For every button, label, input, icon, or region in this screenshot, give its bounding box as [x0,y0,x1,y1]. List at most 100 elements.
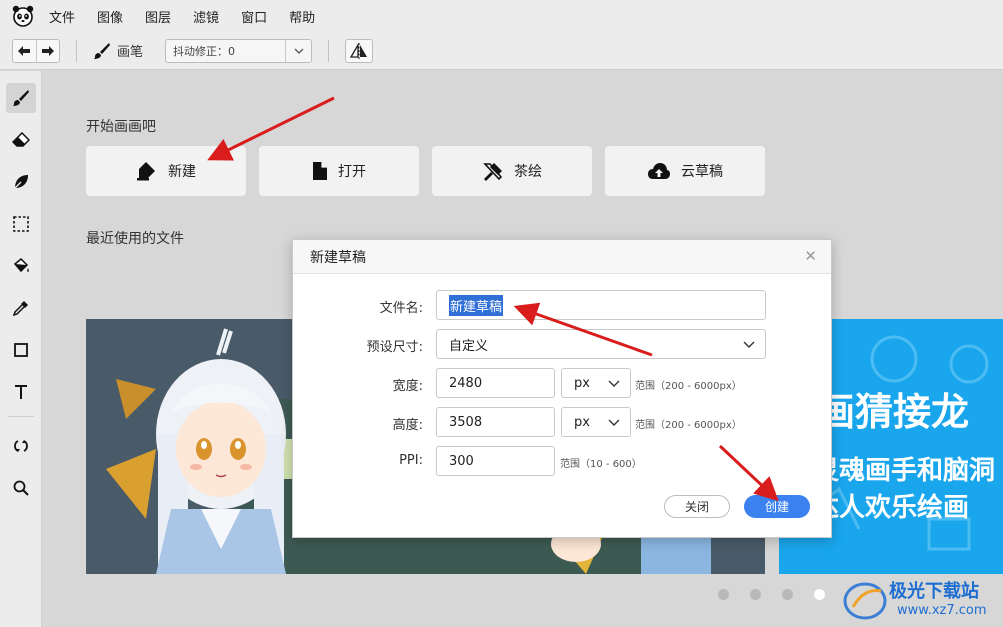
height-unit-value: px [574,414,590,430]
paint-tools-icon [483,163,503,181]
watermark-url: www.xz7.com [897,603,987,618]
tool-brush[interactable] [6,83,36,113]
carousel-dot[interactable] [750,589,761,600]
recent-section-title: 最近使用的文件 [86,231,184,247]
brush-label: 画笔 [117,45,144,60]
start-section-title: 开始画画吧 [86,119,156,135]
tool-rotate[interactable] [6,431,36,461]
carousel-dot[interactable] [718,589,729,600]
carousel-dot-active[interactable] [814,589,825,600]
width-input[interactable]: 2480 [436,368,555,398]
banner-line-3: 达人欢乐绘画 [813,493,970,523]
brush-tool-button[interactable]: 画笔 [93,41,143,60]
toolbar-divider [76,39,77,62]
menu-file[interactable]: 文件 [49,7,75,26]
rectangle-icon [14,343,28,357]
text-icon [15,385,27,399]
tea-paint-button[interactable]: 茶绘 [432,146,592,196]
redo-button[interactable] [35,39,60,62]
ppi-input[interactable]: 300 [436,446,555,476]
tool-fill[interactable] [6,251,36,281]
smudge-icon [13,175,28,190]
menu-help[interactable]: 帮助 [289,7,315,26]
shake-correction-value: 抖动修正：0 [173,44,236,58]
chevron-down-icon [608,380,620,387]
mirror-button[interactable] [345,38,374,63]
preset-size-label: 预设尺寸: [366,340,423,355]
tool-divider [8,416,34,417]
dialog-close-button[interactable]: 关闭 [664,495,730,518]
tool-eyedropper[interactable] [6,293,36,323]
filename-label: 文件名: [379,301,423,316]
filename-value: 新建草稿 [449,294,504,316]
open-button-label: 打开 [338,164,366,180]
toolbar: 画笔 抖动修正：0 [0,32,1003,70]
tool-rectangle[interactable] [6,335,36,365]
undo-redo-group [12,38,60,63]
undo-button[interactable] [13,40,36,62]
undo-icon [18,45,31,56]
menu-image[interactable]: 图像 [97,7,123,26]
brush-icon [94,42,110,59]
open-button[interactable]: 打开 [259,146,419,196]
height-value: 3508 [449,414,483,430]
cloud-draft-button-label: 云草稿 [681,164,723,180]
watermark: 极光下载站 www.xz7.com [843,575,1003,627]
banner-line-1: 画猜接龙 [817,390,970,434]
ppi-label: PPI: [399,453,423,468]
shake-correction-select[interactable]: 抖动修正：0 [165,38,313,63]
new-draft-icon [137,162,155,181]
new-button[interactable]: 新建 [86,146,246,196]
menu-filter[interactable]: 滤镜 [193,7,219,26]
brush-icon [13,90,29,106]
new-draft-dialog: 新建草稿 ✕ 文件名: 新建草稿 预设尺寸: 自定义 宽度: 2480 px 范… [292,239,832,538]
tool-zoom[interactable] [6,473,36,503]
tool-text[interactable] [6,377,36,407]
tool-selection[interactable] [6,209,36,239]
ppi-range-hint: 范围（10 - 600） [560,459,642,470]
dialog-title: 新建草稿 [310,249,366,266]
tool-smudge[interactable] [6,167,36,197]
eyedropper-icon [12,301,28,317]
dialog-header: 新建草稿 [293,240,831,274]
filename-input[interactable]: 新建草稿 [436,290,766,320]
cloud-upload-icon [648,163,670,179]
width-unit-select[interactable]: px [561,368,631,398]
width-range-hint: 范围（200 - 6000px） [635,381,742,392]
banner-line-2: 灵魂画手和脑洞 [813,456,996,486]
preset-size-select[interactable]: 自定义 [436,329,766,359]
ppi-value: 300 [449,453,474,469]
preset-size-value: 自定义 [449,338,489,354]
height-input[interactable]: 3508 [436,407,555,437]
selection-icon [13,216,29,232]
create-button[interactable]: 创建 [744,495,810,518]
carousel-dot[interactable] [782,589,793,600]
tool-sidebar [0,71,42,627]
height-unit-select[interactable]: px [561,407,631,437]
tea-paint-button-label: 茶绘 [514,164,542,180]
width-label: 宽度: [392,379,423,394]
eraser-icon [12,132,30,147]
close-icon[interactable]: ✕ [804,247,817,265]
watermark-text: 极光下载站 [889,581,979,602]
tool-eraser[interactable] [6,125,36,155]
chevron-down-icon [608,419,620,426]
menu-window[interactable]: 窗口 [241,7,267,26]
fill-icon [13,257,29,273]
flip-horizontal-icon [350,42,368,59]
panda-logo-icon[interactable] [11,4,35,28]
rotate-icon [14,440,28,452]
chevron-down-icon [285,39,311,62]
width-unit-value: px [574,375,590,391]
new-button-label: 新建 [168,164,196,180]
width-value: 2480 [449,375,483,391]
chevron-down-icon [743,341,755,348]
menu-layer[interactable]: 图层 [145,7,171,26]
zoom-icon [13,480,29,496]
redo-icon [41,45,54,56]
cloud-draft-button[interactable]: 云草稿 [605,146,765,196]
height-range-hint: 范围（200 - 6000px） [635,420,742,431]
toolbar-divider [328,39,330,62]
menubar: 文件 图像 图层 滤镜 窗口 帮助 [0,0,1003,32]
height-label: 高度: [392,418,423,433]
